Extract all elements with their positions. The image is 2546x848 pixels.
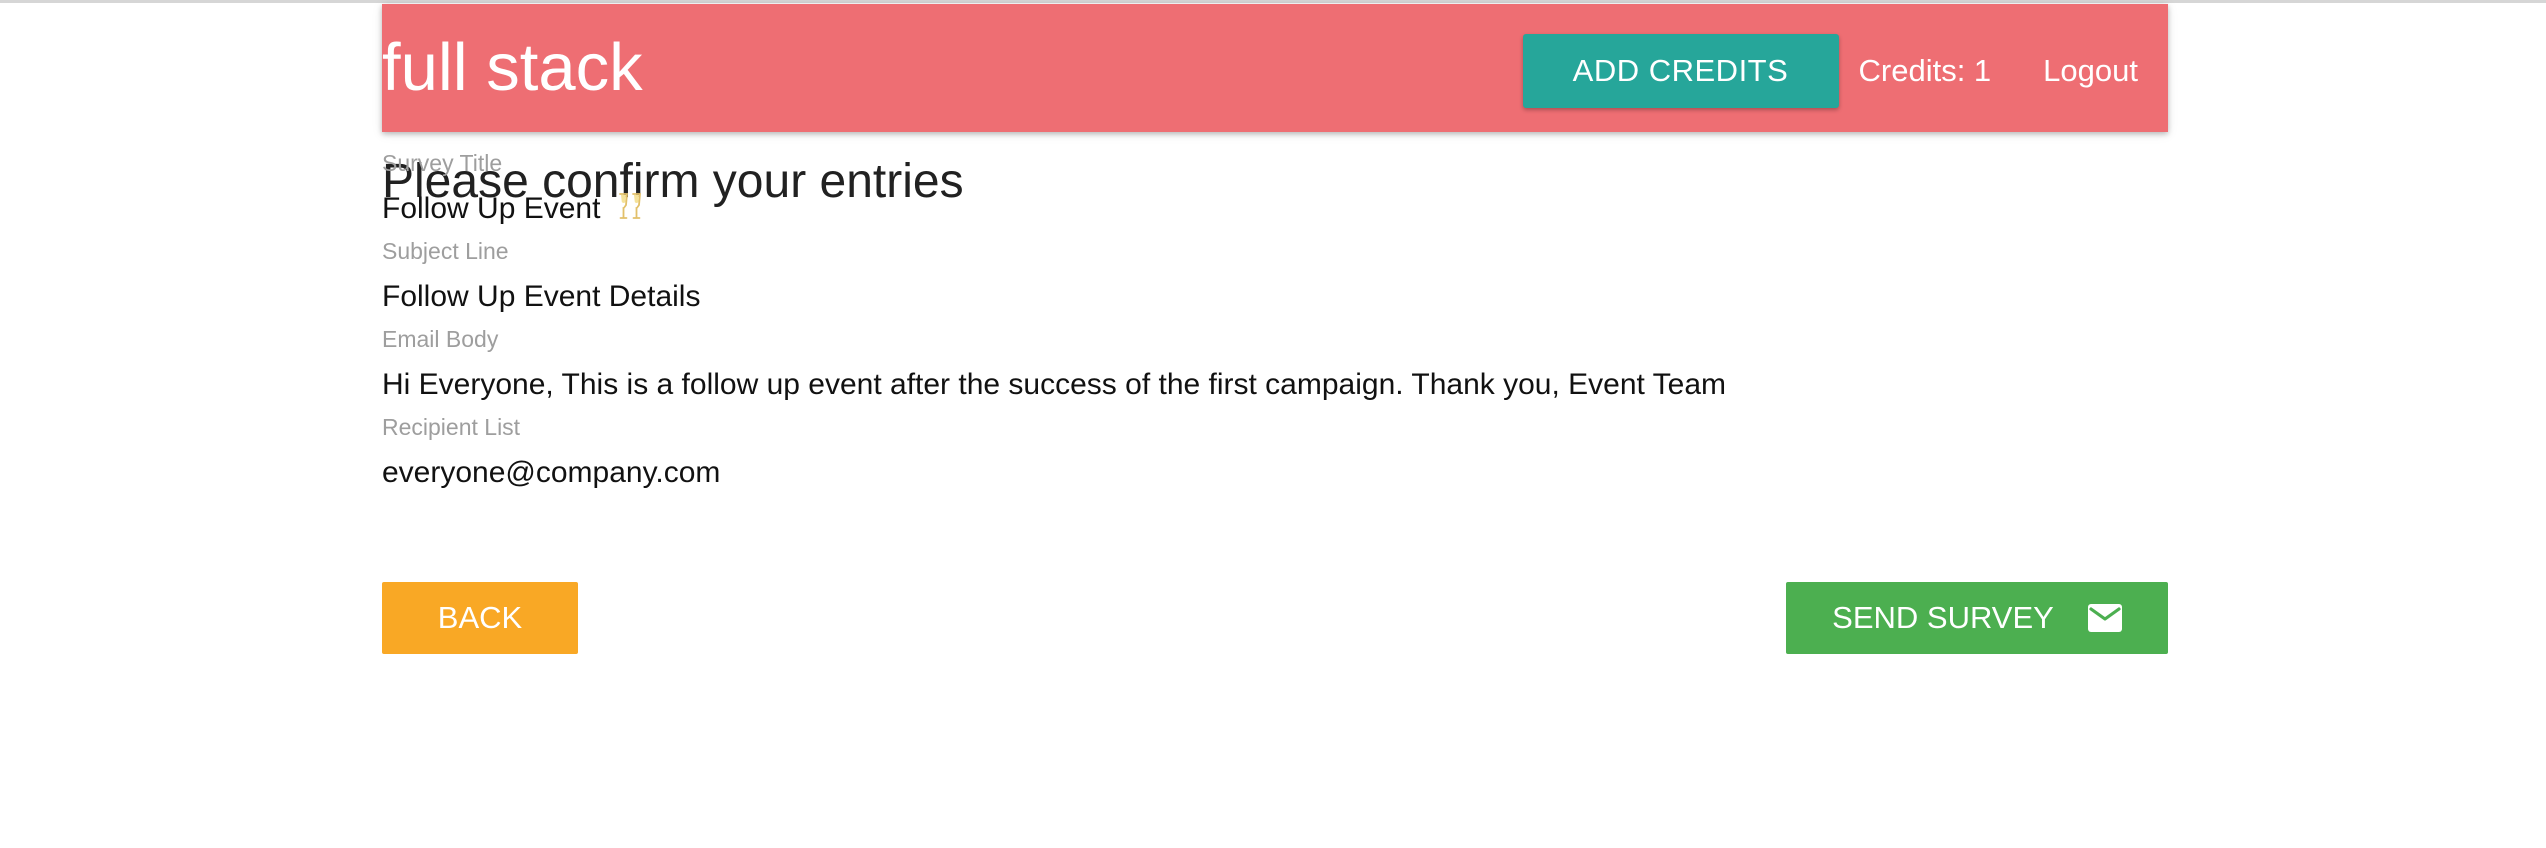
logout-link[interactable]: Logout <box>2043 53 2138 89</box>
nav-right-menu: ADD CREDITS Credits: 1 Logout <box>1522 34 2138 108</box>
browser-top-border <box>0 0 2546 3</box>
send-survey-button-label: SEND SURVEY <box>1832 600 2054 635</box>
survey-title-value: Follow Up Event <box>382 189 643 229</box>
mail-icon <box>2087 604 2122 632</box>
email-body-value: Hi Everyone, This is a follow up event a… <box>382 368 1727 401</box>
survey-title-label: Survey Title <box>382 150 503 176</box>
page-container: full stack ADD CREDITS Credits: 1 Logout… <box>382 4 2168 654</box>
field-subject-line: Subject Line Follow Up Event Details <box>382 237 700 317</box>
subject-line-label: Subject Line <box>382 238 509 264</box>
credits-count: Credits: 1 <box>1858 53 1992 88</box>
send-survey-button[interactable]: SEND SURVEY <box>1786 582 2168 654</box>
subject-line-value: Follow Up Event Details <box>382 280 701 313</box>
survey-title-text: Follow Up Event <box>382 192 601 225</box>
navbar: full stack ADD CREDITS Credits: 1 Logout <box>382 4 2168 132</box>
field-email-body: Email Body Hi Everyone, This is a follow… <box>382 325 1726 405</box>
brand-logo-link[interactable]: full stack <box>382 28 643 108</box>
recipient-list-label: Recipient List <box>382 414 521 440</box>
back-button[interactable]: BACK <box>382 582 578 654</box>
field-recipient-list: Recipient List everyone@company.com <box>382 413 720 493</box>
add-credits-button[interactable]: ADD CREDITS <box>1522 34 1839 108</box>
back-button-label: BACK <box>437 600 523 635</box>
recipient-list-value: everyone@company.com <box>382 456 721 489</box>
champagne-glasses-icon <box>618 193 641 219</box>
email-body-label: Email Body <box>382 326 499 352</box>
field-survey-title: Survey Title Follow Up Event <box>382 149 643 229</box>
